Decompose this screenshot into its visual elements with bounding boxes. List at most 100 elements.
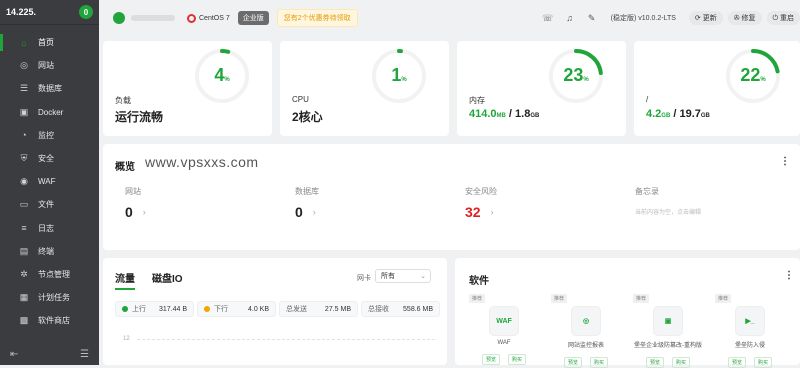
cpu-card[interactable]: 1% CPU 2核心 <box>280 41 449 136</box>
software-item[interactable]: 推荐 WAF WAF 预览 购买 <box>469 294 539 365</box>
memo-label: 备忘录 <box>635 187 659 196</box>
sidebar-item-label: 监控 <box>38 130 54 140</box>
store-icon: ▩ <box>19 315 29 326</box>
os-info: CentOS 7 <box>187 13 230 23</box>
message-icon[interactable]: ✎ <box>587 13 597 23</box>
sidebar-item[interactable]: ▭ 文件 <box>0 193 99 216</box>
sidebar-item-label: 安全 <box>38 154 54 164</box>
down-value: 4.0 KB <box>247 305 269 313</box>
software-more-icon[interactable]: ⋮ <box>784 270 794 281</box>
avatar[interactable] <box>113 12 125 24</box>
overview-memo[interactable]: 备忘录 当前内容为空，点击编辑 <box>635 186 701 216</box>
sidebar-footer: ⇤ ☰ <box>0 343 99 365</box>
home-icon: ⌂ <box>21 37 27 48</box>
buy-button[interactable]: 购买 <box>590 357 609 368</box>
software-item[interactable]: 推荐 ▣ 堡垒企业级防篡改-重构版 预览 购买 <box>633 294 703 368</box>
recv-label: 总接收 <box>368 306 389 313</box>
cpu-label: CPU <box>292 95 309 104</box>
memory-card[interactable]: 23% 内存 414.0MB / 1.8GB <box>457 41 626 136</box>
buy-button[interactable]: 购买 <box>754 357 773 368</box>
docker-icon: ▣ <box>19 106 29 117</box>
sidebar-item[interactable]: ▣ Docker <box>0 101 99 124</box>
sidebar-item-label: 日志 <box>38 223 54 233</box>
sidebar-item[interactable]: ▤ 终端 <box>0 240 99 263</box>
collapse-icon[interactable]: ⇤ <box>10 349 18 360</box>
server-ip: 14.225. <box>6 7 37 17</box>
sidebar-item[interactable]: ⌂ 首页 <box>0 31 99 54</box>
update-button[interactable]: ⟳ 更新 <box>688 11 723 25</box>
disk-label: / <box>646 95 649 104</box>
traffic-down: 下行 4.0 KB <box>197 301 276 317</box>
chevron-right-icon[interactable]: › <box>143 207 146 217</box>
sites-label: 网站 <box>125 187 141 196</box>
overview-title: 概览 <box>115 162 135 173</box>
software-name: 堡垒企业级防篡改-重构版 <box>634 343 702 349</box>
chevron-right-icon[interactable]: › <box>491 207 494 217</box>
chevron-right-icon[interactable]: › <box>313 207 316 217</box>
recommend-tag: 推荐 <box>469 294 486 303</box>
sidebar-item[interactable]: ☰ 数据库 <box>0 77 99 100</box>
traffic-up: 上行 317.44 B <box>115 301 194 317</box>
support-icon[interactable]: ☏ <box>542 13 553 23</box>
sidebar-item[interactable]: ◉ WAF <box>0 170 99 193</box>
preview-button[interactable]: 预览 <box>481 354 500 365</box>
sidebar: 14.225. 0 ⌂ 首页 ◎ 网站 ☰ 数据库 ▣ Docker ◔ 监控 ⛨ 安全 ◉ WAF ▭ 文件… <box>0 0 99 365</box>
sidebar-item[interactable]: ⛨ 安全 <box>0 147 99 170</box>
version-text[interactable]: (稳定版) v10.0.2-LTS <box>611 13 676 23</box>
software-item[interactable]: 推荐 ▶_ 堡垒防入侵 预览 购买 <box>715 294 785 368</box>
edition-badge[interactable]: 企业版 <box>237 11 269 25</box>
menu-list-icon[interactable]: ☰ <box>80 349 89 360</box>
folder-icon: ▭ <box>19 199 29 210</box>
bell-icon[interactable]: ♫ <box>565 13 575 23</box>
coupon-promo-link[interactable]: 您有2个优惠券待领取 <box>276 9 358 27</box>
centos-icon <box>187 13 196 23</box>
notification-count-badge[interactable]: 0 <box>79 5 93 19</box>
sidebar-item-label: 首页 <box>38 38 54 48</box>
down-label: 下行 <box>214 306 228 313</box>
preview-button[interactable]: 预览 <box>563 357 582 368</box>
log-icon: ≡ <box>21 223 27 234</box>
overview-databases[interactable]: 数据库 0 › <box>295 186 319 220</box>
buy-button[interactable]: 购买 <box>672 357 691 368</box>
cpu-percent: 1% <box>391 65 407 85</box>
overview-card: 概览 www.vpsxxs.com ⋮ 网站 0 › 数据库 0 › 安全风险 32… <box>103 144 800 250</box>
report-icon[interactable]: ◎ <box>571 306 601 336</box>
software-name: 堡垒防入侵 <box>734 343 765 349</box>
sidebar-item-label: WAF <box>38 177 56 187</box>
monitor-icon: ◔ <box>21 130 27 141</box>
buy-button[interactable]: 购买 <box>508 354 527 365</box>
overview-security-risk[interactable]: 安全风险 32 › <box>465 186 497 220</box>
nic-select[interactable]: 所有 ⌄ <box>375 269 431 283</box>
sidebar-item[interactable]: ◎ 网站 <box>0 54 99 77</box>
intrusion-icon[interactable]: ▶_ <box>735 306 765 336</box>
down-dot <box>204 306 210 312</box>
globe-icon: ◎ <box>20 60 28 71</box>
lock-icon[interactable]: ▣ <box>653 306 683 336</box>
sidebar-item[interactable]: ≡ 日志 <box>0 217 99 240</box>
memory-percent: 23% <box>563 65 589 85</box>
sidebar-item[interactable]: ◔ 监控 <box>0 124 99 147</box>
disk-card[interactable]: 22% / 4.2GB / 19.7GB <box>634 41 800 136</box>
overview-sites[interactable]: 网站 0 › <box>125 186 146 220</box>
sidebar-item-label: Docker <box>38 107 64 117</box>
restart-button[interactable]: ⏻ 重启 <box>766 11 800 25</box>
tab-traffic[interactable]: 流量 <box>115 270 135 290</box>
preview-button[interactable]: 预览 <box>645 357 664 368</box>
tab-disk-io[interactable]: 磁盘IO <box>152 270 183 285</box>
server-header[interactable]: 14.225. 0 <box>0 0 99 25</box>
preview-button[interactable]: 预览 <box>727 357 746 368</box>
up-label: 上行 <box>132 306 146 313</box>
waf-shield-icon[interactable]: WAF <box>489 306 519 336</box>
memo-placeholder[interactable]: 当前内容为空，点击编辑 <box>635 207 701 216</box>
overview-more-icon[interactable]: ⋮ <box>780 156 790 167</box>
sidebar-item[interactable]: ▦ 计划任务 <box>0 286 99 309</box>
calendar-icon: ▦ <box>19 292 29 303</box>
software-item[interactable]: 推荐 ◎ 网站监控报表 预览 购买 <box>551 294 621 368</box>
username-blurred <box>131 15 175 21</box>
chart-axis-tick: 12 <box>123 336 130 342</box>
sidebar-item[interactable]: ▩ 软件商店 <box>0 309 99 332</box>
repair-button[interactable]: ✇ 修复 <box>727 11 762 25</box>
shield-icon: ⛨ <box>20 153 28 164</box>
load-card[interactable]: 4% 负载 运行流畅 <box>103 41 272 136</box>
sidebar-item[interactable]: ✲ 节点管理 <box>0 263 99 286</box>
